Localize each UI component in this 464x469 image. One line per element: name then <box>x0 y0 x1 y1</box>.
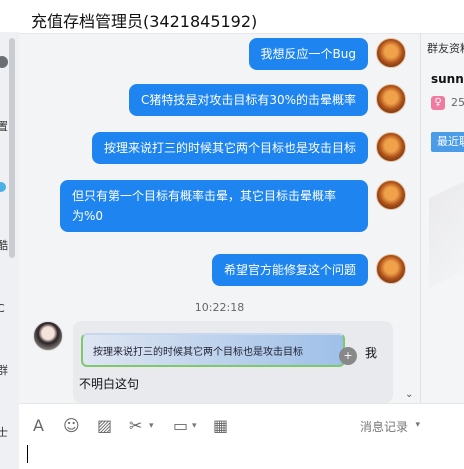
message-timestamp: 10:22:18 <box>194 301 245 314</box>
female-icon: ♀ <box>431 96 445 110</box>
more-apps-icon[interactable]: ▦ <box>213 416 228 435</box>
chevron-down-icon[interactable]: ▾ <box>415 420 420 430</box>
decoration-image <box>429 170 464 288</box>
member-panel: 群友资料 sunny ♀ 25 最近联系 <box>421 34 464 403</box>
text-cursor <box>27 445 28 463</box>
message-row: 按理来说打三的时候其它两个目标也是攻击目标 + 我 不明白这句 <box>33 321 393 403</box>
message-text: 不明白这句 <box>79 377 140 391</box>
message-text: 我 <box>365 346 378 360</box>
avatar[interactable] <box>376 180 406 210</box>
scrollbar[interactable] <box>9 38 15 258</box>
session-fragment: C <box>0 302 5 315</box>
avatar[interactable] <box>376 254 406 284</box>
message-input[interactable] <box>19 443 464 469</box>
message-bubble[interactable]: 希望官方能修复这个问题 <box>211 254 368 286</box>
session-fragment: 士 <box>0 426 8 439</box>
quoted-image[interactable]: 按理来说打三的时候其它两个目标也是攻击目标 + <box>81 333 357 367</box>
message-row: 我想反应一个Bug <box>248 38 406 70</box>
session-fragment: 酷 <box>0 239 8 252</box>
member-name: sunny <box>431 72 464 86</box>
avatar[interactable] <box>376 132 406 162</box>
status-dot <box>0 56 8 68</box>
quoted-image-text: 按理来说打三的时候其它两个目标也是攻击目标 <box>93 347 303 358</box>
folder-icon[interactable]: ▭ <box>173 416 188 435</box>
message-row: C猪特技是对攻击目标有30%的击晕概率 <box>128 84 406 116</box>
avatar[interactable] <box>376 84 406 114</box>
font-icon[interactable]: A <box>33 416 44 435</box>
message-bubble[interactable]: 按理来说打三的时候其它两个目标也是攻击目标 + 我 不明白这句 <box>73 321 393 403</box>
zoom-icon[interactable]: + <box>339 347 357 365</box>
emoji-icon[interactable]: ☺ <box>63 416 80 435</box>
session-fragment: 群 <box>0 364 8 377</box>
unread-dot <box>0 182 6 192</box>
session-list-edge[interactable]: 置 酷 C 群 士 <box>0 32 19 469</box>
message-list[interactable]: 我想反应一个Bug C猪特技是对攻击目标有30%的击晕概率 按理来说打三的时候其… <box>19 34 420 403</box>
collapse-icon[interactable]: ⌄ <box>405 389 413 400</box>
scissors-icon[interactable]: ✂ <box>129 416 142 435</box>
message-row: 按理来说打三的时候其它两个目标也是攻击目标 <box>91 132 406 164</box>
input-toolbar: A ☺ ▨ ✂ ▾ ▭ ▾ ▦ 消息记录 ▾ <box>19 403 464 443</box>
message-history-button[interactable]: 消息记录 <box>360 418 408 435</box>
member-age: 25 <box>451 96 464 109</box>
chat-title: 充值存档管理员(3421845192) <box>31 12 258 31</box>
avatar[interactable] <box>33 321 63 351</box>
chevron-down-icon[interactable]: ▾ <box>149 421 154 431</box>
message-bubble[interactable]: 按理来说打三的时候其它两个目标也是攻击目标 <box>91 132 368 164</box>
image-icon[interactable]: ▨ <box>97 416 112 435</box>
panel-tab[interactable]: 群友资料 <box>427 40 464 56</box>
message-bubble[interactable]: 我想反应一个Bug <box>248 38 368 70</box>
message-row: 希望官方能修复这个问题 <box>211 254 406 286</box>
avatar[interactable] <box>376 38 406 68</box>
recent-contacts-button[interactable]: 最近联系 <box>431 132 464 152</box>
message-bubble[interactable]: C猪特技是对攻击目标有30%的击晕概率 <box>128 84 368 116</box>
chat-header: 充值存档管理员(3421845192) <box>19 0 464 34</box>
message-bubble[interactable]: 但只有第一个目标有概率击晕，其它目标击晕概率为%0 <box>60 180 368 232</box>
session-fragment: 置 <box>0 120 8 133</box>
chat-window: 置 酷 C 群 士 充值存档管理员(3421845192) 我想反应一个Bug … <box>0 0 464 469</box>
message-row: 但只有第一个目标有概率击晕，其它目标击晕概率为%0 <box>60 180 406 232</box>
chevron-down-icon[interactable]: ▾ <box>192 421 197 431</box>
